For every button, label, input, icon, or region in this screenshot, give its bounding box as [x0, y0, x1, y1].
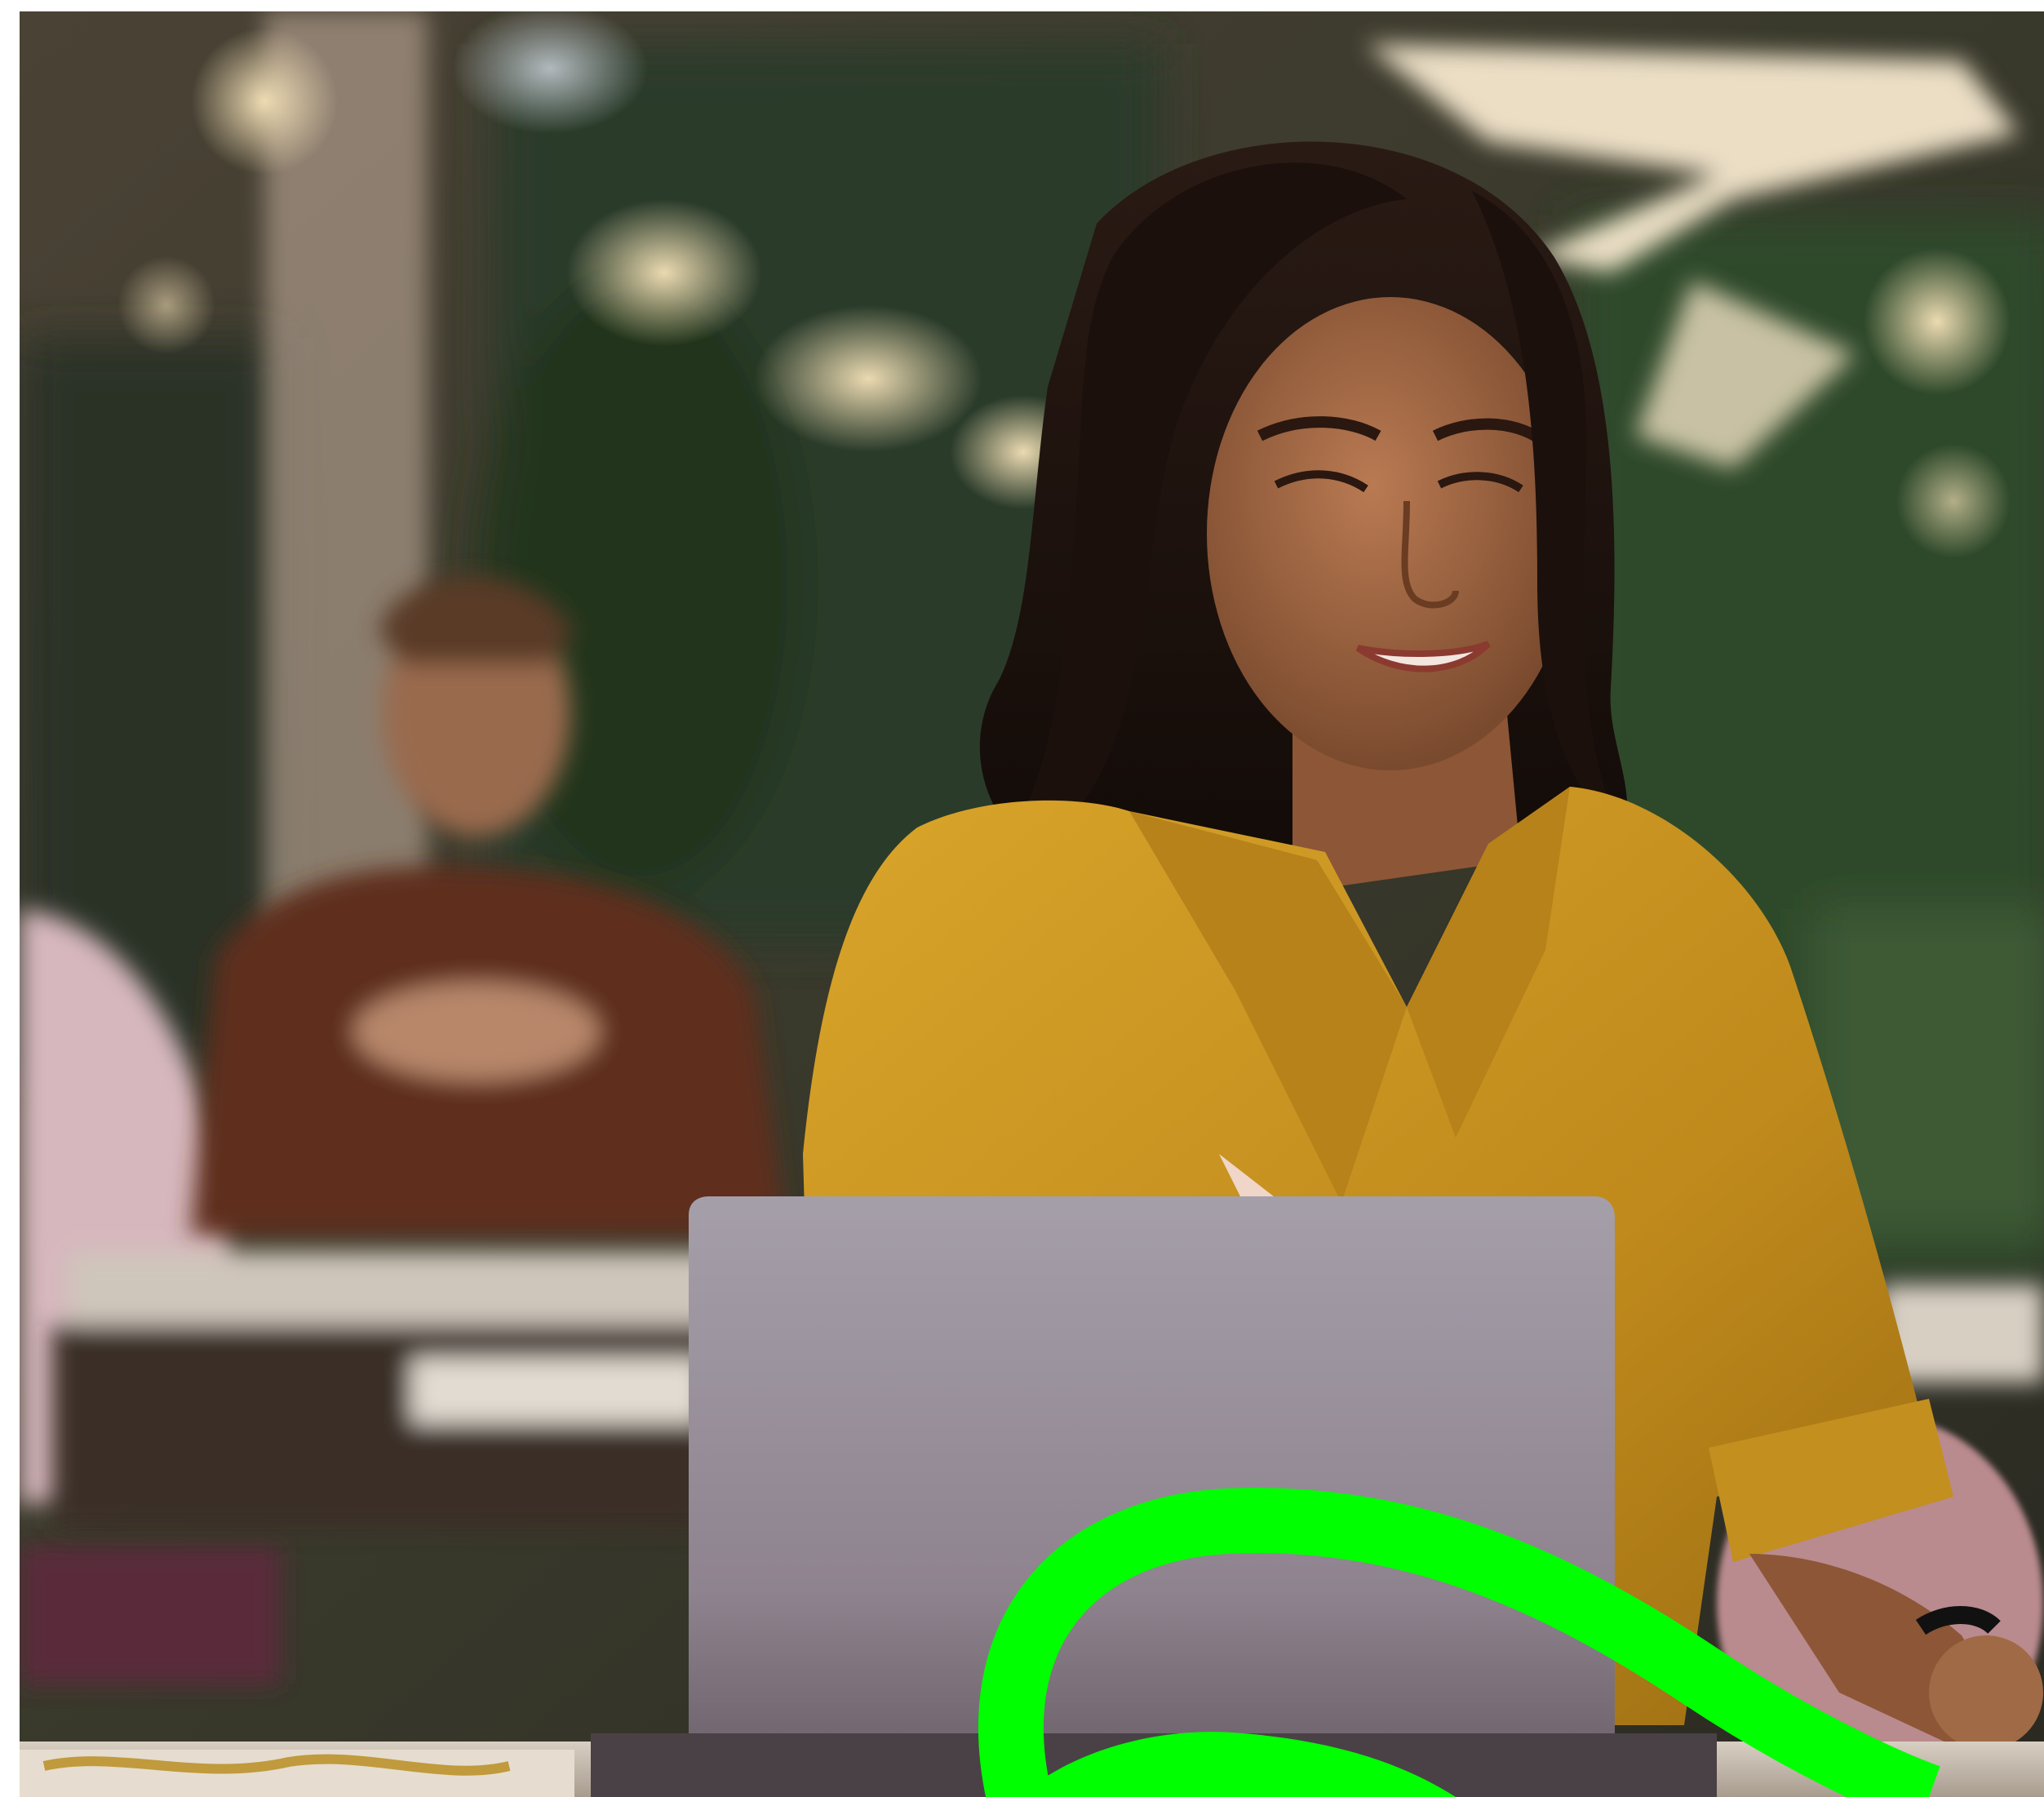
photo-canvas: [20, 11, 2044, 1797]
laptop: [689, 1196, 1615, 1758]
woman-face: [1207, 297, 1574, 770]
hero-photo: [20, 11, 2044, 1797]
page-frame: [0, 0, 2044, 1797]
